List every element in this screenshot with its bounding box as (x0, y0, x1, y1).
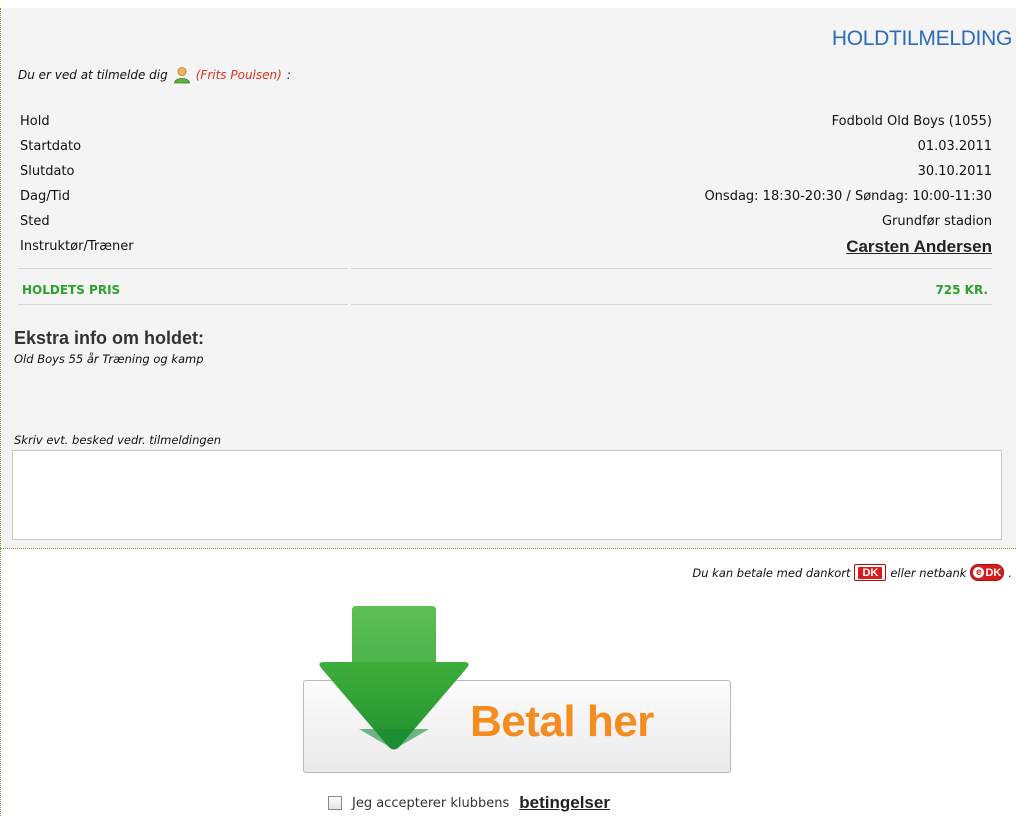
detail-value: 01.03.2011 (917, 139, 992, 154)
terms-checkbox[interactable] (328, 796, 342, 810)
detail-label: Instruktør/Træner (20, 239, 134, 254)
panel-border-left (0, 548, 1, 816)
pay-button-label: Betal her (470, 697, 654, 746)
detail-value: Onsdag: 18:30-20:30 / Søndag: 10:00-11:3… (704, 189, 992, 204)
team-details: Hold Fodbold Old Boys (1055) Startdato 0… (18, 113, 992, 305)
detail-value: Grundfør stadion (881, 214, 992, 229)
edankort-icon: e DK (970, 564, 1005, 581)
detail-label: Slutdato (20, 164, 75, 179)
extra-info-title: Ekstra info om holdet: (14, 328, 205, 348)
payment-note-prefix: Du kan betale med dankort (692, 565, 851, 580)
row-separator (351, 268, 992, 269)
intro-text: Du er ved at tilmelde dig (18, 68, 168, 82)
row-separator (351, 304, 992, 305)
terms-text: Jeg accepterer klubbens (352, 795, 510, 811)
price-row: HOLDETS PRIS 725 KR. (18, 283, 988, 303)
payment-note-suffix: . (1008, 565, 1012, 580)
message-textarea[interactable] (12, 450, 1002, 540)
dankort-icon: DK (854, 564, 887, 581)
row-separator (18, 268, 348, 269)
detail-row-dag-tid: Dag/Tid Onsdag: 18:30-20:30 / Søndag: 10… (18, 188, 992, 213)
intro-suffix: : (286, 68, 291, 82)
row-separator (18, 304, 348, 305)
payment-note-middle: eller netbank (890, 565, 967, 580)
extra-info-text: Old Boys 55 år Træning og kamp (14, 352, 204, 366)
detail-row-startdato: Startdato 01.03.2011 (18, 138, 992, 163)
trainer-link[interactable]: Carsten Andersen (846, 237, 992, 257)
user-name: (Frits Poulsen) (195, 68, 282, 82)
detail-row-hold: Hold Fodbold Old Boys (1055) (18, 113, 992, 138)
price-value: 725 KR. (935, 283, 988, 297)
detail-label: Dag/Tid (20, 189, 71, 204)
detail-label: Startdato (20, 139, 82, 154)
intro-line: Du er ved at tilmelde dig (Frits Poulsen… (18, 66, 291, 84)
detail-row-trainer: Instruktør/Træner Carsten Andersen (18, 237, 992, 263)
detail-label: Hold (20, 114, 50, 129)
page-title: HOLDTILMELDING (831, 27, 1012, 50)
terms-link[interactable]: betingelser (519, 793, 610, 813)
down-arrow-icon (319, 606, 469, 750)
detail-value: Fodbold Old Boys (1055) (831, 114, 992, 129)
payment-note: Du kan betale med dankort DK eller netba… (692, 564, 1012, 581)
price-label: HOLDETS PRIS (22, 283, 121, 297)
detail-label: Sted (20, 214, 50, 229)
panel-divider (0, 548, 1016, 549)
message-label: Skriv evt. besked vedr. tilmeldingen (14, 433, 222, 447)
user-icon (173, 67, 190, 84)
terms-row: Jeg accepterer klubbens betingelser (328, 793, 610, 813)
detail-row-slutdato: Slutdato 30.10.2011 (18, 163, 992, 188)
detail-row-sted: Sted Grundfør stadion (18, 213, 992, 238)
detail-value: 30.10.2011 (917, 164, 992, 179)
